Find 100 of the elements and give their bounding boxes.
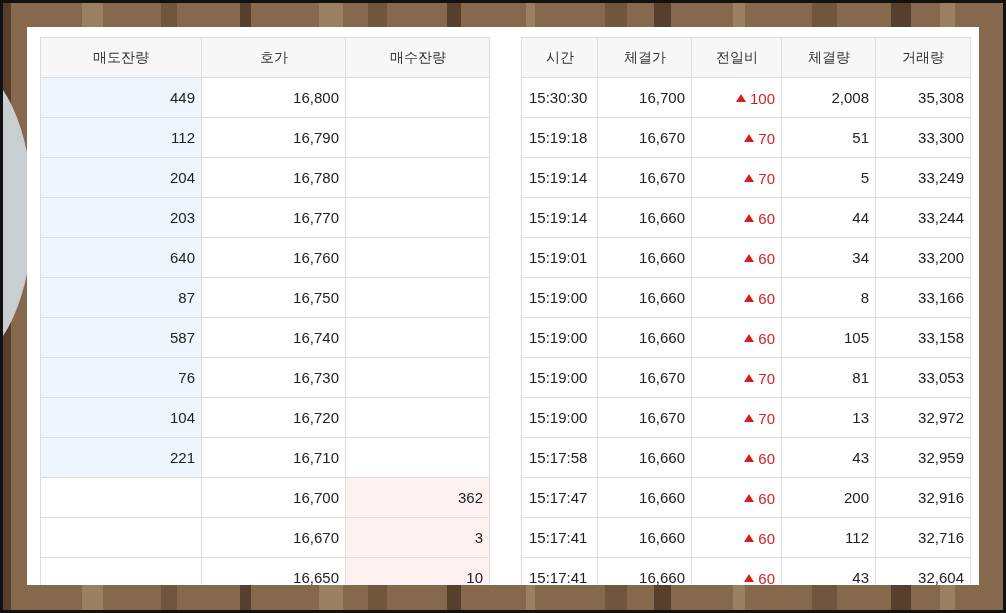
- change-value: 100: [749, 89, 775, 107]
- table-cell: 16,660: [597, 317, 692, 358]
- column-header: 체결량: [781, 37, 876, 78]
- up-triangle-icon: [744, 214, 755, 223]
- change-value: 60: [758, 449, 775, 467]
- table-cell: 16,660: [597, 517, 692, 558]
- column-header: 호가: [201, 37, 346, 78]
- table-cell: 16,720: [201, 397, 346, 438]
- column-header: 거래량: [875, 37, 971, 78]
- table-cell: 81: [781, 357, 876, 398]
- table-cell: 112: [40, 117, 202, 158]
- table-cell: 33,300: [875, 117, 971, 158]
- table-cell: 16,670: [201, 517, 346, 558]
- table-cell: 15:19:00: [521, 397, 598, 438]
- table-cell: 15:19:01: [521, 237, 598, 278]
- table-cell: 15:17:47: [521, 477, 598, 518]
- table-cell: 15:19:14: [521, 197, 598, 238]
- change-value: 60: [758, 569, 775, 585]
- table-cell: 449: [40, 77, 202, 118]
- table-cell: 44: [781, 197, 876, 238]
- table-cell: 362: [345, 477, 490, 518]
- up-triangle-icon: [744, 574, 755, 583]
- table-cell: 51: [781, 117, 876, 158]
- up-triangle-icon: [744, 334, 755, 343]
- table-cell: 16,770: [201, 197, 346, 238]
- table-cell: 204: [40, 157, 202, 198]
- column-header: 체결가: [597, 37, 692, 78]
- table-cell: 16,730: [201, 357, 346, 398]
- table-cell: 112: [781, 517, 876, 558]
- table-cell: 8: [781, 277, 876, 318]
- change-value: 60: [758, 249, 775, 267]
- table-cell: 15:19:18: [521, 117, 598, 158]
- up-triangle-icon: [744, 294, 755, 303]
- column-header: 매수잔량: [345, 37, 490, 78]
- table-cell: 87: [40, 277, 202, 318]
- table-cell: 15:19:00: [521, 317, 598, 358]
- change-value: 60: [758, 289, 775, 307]
- table-cell: 15:17:58: [521, 437, 598, 478]
- up-triangle-icon: [744, 374, 755, 383]
- table-cell: 15:17:41: [521, 517, 598, 558]
- column-header: 전일비: [691, 37, 782, 78]
- table-cell: 15:30:30: [521, 77, 598, 118]
- table-cell: 15:17:41: [521, 557, 598, 585]
- table-cell: 33,158: [875, 317, 971, 358]
- table-cell: 10: [345, 557, 490, 585]
- table-cell: 16,660: [597, 197, 692, 238]
- table-cell: 203: [40, 197, 202, 238]
- up-triangle-icon: [744, 254, 755, 263]
- table-cell: 16,740: [201, 317, 346, 358]
- table-cell: 16,670: [597, 357, 692, 398]
- change-value: 70: [758, 169, 775, 187]
- column-header: 시간: [521, 37, 598, 78]
- table-cell: 15:19:00: [521, 357, 598, 398]
- table-cell: 16,700: [201, 477, 346, 518]
- table-cell: 76: [40, 357, 202, 398]
- table-cell: 32,959: [875, 437, 971, 478]
- table-cell: 43: [781, 437, 876, 478]
- table-cell: 16,760: [201, 237, 346, 278]
- table-cell: 33,200: [875, 237, 971, 278]
- up-triangle-icon: [744, 454, 755, 463]
- up-triangle-icon: [744, 134, 755, 143]
- change-value: 70: [758, 409, 775, 427]
- table-cell: 16,660: [597, 237, 692, 278]
- table-cell: 35,308: [875, 77, 971, 118]
- table-cell: 16,660: [597, 277, 692, 318]
- table-cell: 16,670: [597, 397, 692, 438]
- up-triangle-icon: [744, 174, 755, 183]
- table-cell: 16,660: [597, 437, 692, 478]
- table-cell: 16,790: [201, 117, 346, 158]
- change-value: 70: [758, 369, 775, 387]
- table-cell: 16,660: [597, 477, 692, 518]
- table-cell: 32,972: [875, 397, 971, 438]
- table-cell: 16,780: [201, 157, 346, 198]
- table-cell: 640: [40, 237, 202, 278]
- column-header: 매도잔량: [40, 37, 202, 78]
- change-value: 60: [758, 209, 775, 227]
- table-cell: 33,053: [875, 357, 971, 398]
- up-triangle-icon: [744, 494, 755, 503]
- table-cell: 33,166: [875, 277, 971, 318]
- table-cell: 16,750: [201, 277, 346, 318]
- table-cell: 104: [40, 397, 202, 438]
- change-value: 60: [758, 489, 775, 507]
- table-cell: 16,670: [597, 117, 692, 158]
- table-cell: 33,249: [875, 157, 971, 198]
- change-value: 60: [758, 329, 775, 347]
- table-cell: 32,716: [875, 517, 971, 558]
- table-cell: 15:19:14: [521, 157, 598, 198]
- table-cell: 15:19:00: [521, 277, 598, 318]
- table-cell: 16,800: [201, 77, 346, 118]
- table-cell: 16,670: [597, 157, 692, 198]
- up-triangle-icon: [744, 534, 755, 543]
- change-value: 70: [758, 129, 775, 147]
- up-triangle-icon: [735, 94, 746, 103]
- table-cell: 2,008: [781, 77, 876, 118]
- table-cell: 3: [345, 517, 490, 558]
- table-cell: 200: [781, 477, 876, 518]
- table-cell: 16,710: [201, 437, 346, 478]
- table-cell: 33,244: [875, 197, 971, 238]
- table-cell: 16,700: [597, 77, 692, 118]
- table-cell: 13: [781, 397, 876, 438]
